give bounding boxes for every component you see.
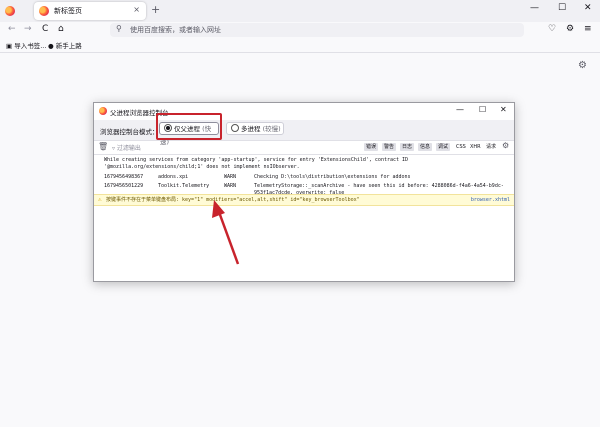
annotation-arrow [212, 200, 240, 265]
